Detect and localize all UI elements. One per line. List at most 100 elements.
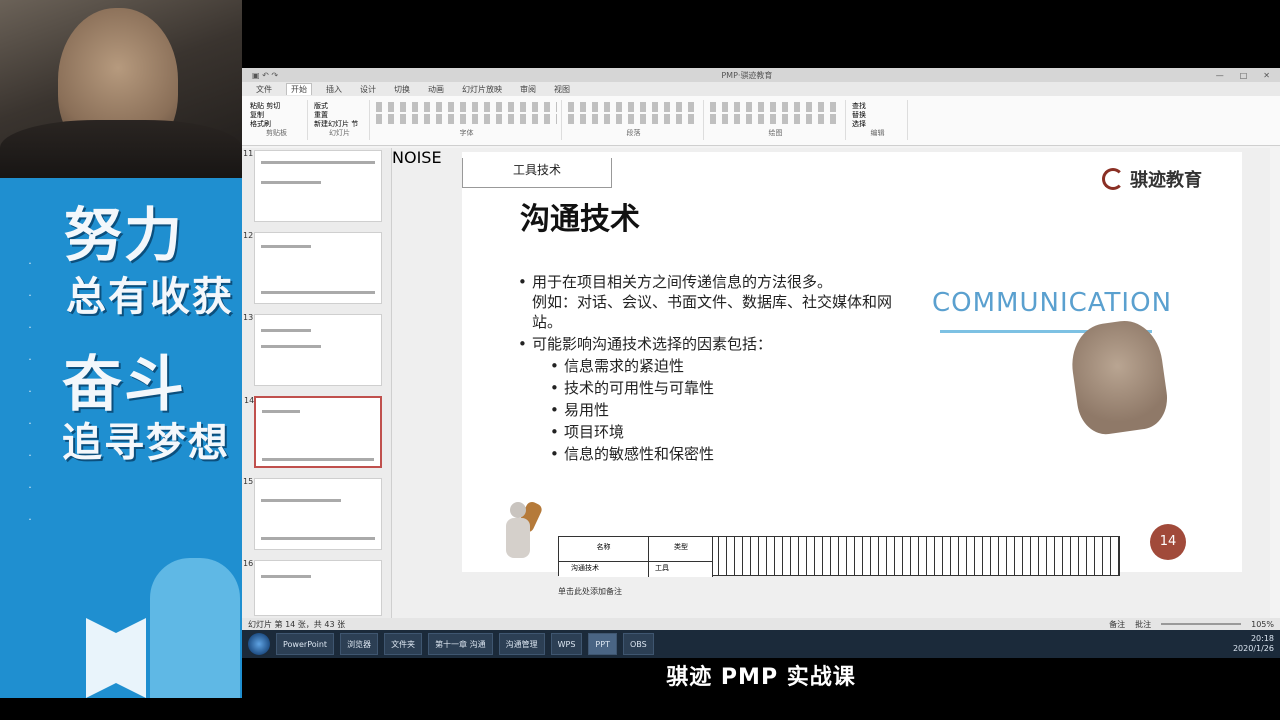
thumbnail-content [262, 410, 300, 413]
drawing-label: 绘图 [768, 129, 783, 137]
thumbnail-content [261, 181, 321, 184]
slide-thumbnail-13[interactable]: 13 [243, 313, 382, 386]
gantt-divider [559, 561, 713, 562]
clipboard-group: 粘贴 剪切 复制 格式刷 剪贴板 [246, 100, 308, 140]
slides-group: 版式 重置 新建幻灯片 节 幻灯片 [310, 100, 370, 140]
taskbar-item-comm[interactable]: 沟通管理 [498, 633, 545, 655]
figure-body [506, 518, 530, 558]
webcam-feed [0, 0, 242, 178]
reset-button[interactable]: 重置 [314, 111, 328, 119]
slide-thumbnail-14[interactable]: 14 [244, 396, 382, 468]
arrange-controls[interactable] [710, 114, 841, 124]
title-bar: ▣ ↶ ↷ PMP·骐迹教育 — □ ✕ [242, 68, 1280, 82]
font-controls[interactable] [376, 102, 557, 112]
slide-title: 沟通技术 [520, 202, 640, 237]
paragraph-group: 段落 [564, 100, 704, 140]
ribbon: 粘贴 剪切 复制 格式刷 剪贴板 版式 重置 新建幻灯片 节 幻灯片 字体 段落… [242, 96, 1280, 146]
taskbar-item-browser[interactable]: 浏览器 [340, 633, 379, 655]
video-caption: 骐迹 PMP 实战课 [666, 665, 856, 690]
quick-access-toolbar[interactable]: ▣ ↶ ↷ [252, 71, 278, 80]
wrench-figure-illustration [492, 500, 544, 572]
taskbar-item-ppt[interactable]: PPT [588, 633, 617, 655]
page-number-badge: 14 [1150, 524, 1186, 560]
alignment-controls[interactable] [568, 114, 699, 124]
tab-file[interactable]: 文件 [252, 84, 276, 95]
paragraph-controls[interactable] [568, 102, 699, 112]
new-slide-button[interactable]: 新建幻灯片 [314, 120, 349, 128]
bullet-2: 可能影响沟通技术选择的因素包括： [518, 334, 898, 354]
copy-button[interactable]: 复制 [250, 111, 264, 119]
tab-view[interactable]: 视图 [550, 84, 574, 95]
taskbar-item-obs[interactable]: OBS [622, 633, 654, 655]
find-button[interactable]: 查找 [852, 102, 866, 110]
tab-insert[interactable]: 插入 [322, 84, 346, 95]
format-painter-button[interactable]: 格式刷 [250, 120, 271, 128]
tab-transitions[interactable]: 切换 [390, 84, 414, 95]
drawing-group: 绘图 [706, 100, 846, 140]
slide-thumbnails-pane: 11 12 13 14 15 16 [242, 148, 392, 618]
paste-button[interactable]: 粘贴 [250, 102, 264, 110]
slide-thumbnail-15[interactable]: 15 [243, 477, 382, 550]
notes-placeholder[interactable]: 单击此处添加备注 [558, 586, 622, 597]
sub-bullet-1: 信息需求的紧迫性 [518, 356, 898, 376]
font-label: 字体 [459, 129, 474, 137]
thumbnail-content [261, 575, 311, 578]
tab-animations[interactable]: 动画 [424, 84, 448, 95]
replace-button[interactable]: 替换 [852, 111, 866, 119]
thumbnail-number: 11 [243, 149, 254, 158]
banner-side-text: · · · · · · · · · [28, 257, 32, 526]
tab-design[interactable]: 设计 [356, 84, 380, 95]
brand-mark-icon [1102, 168, 1124, 190]
close-icon[interactable]: ✕ [1263, 71, 1270, 80]
thumbnail-content [261, 537, 375, 540]
slide-thumbnail-11[interactable]: 11 [243, 149, 382, 222]
section-button[interactable]: 节 [351, 120, 358, 128]
thumbnail-content [262, 458, 374, 461]
book-icon [86, 618, 146, 698]
zoom-level[interactable]: 105% [1251, 620, 1274, 629]
tab-review[interactable]: 审阅 [516, 84, 540, 95]
slide-thumbnail-16[interactable]: 16 [243, 559, 382, 616]
editing-label: 编辑 [870, 129, 885, 137]
slide-counter: 幻灯片 第 14 张，共 43 张 [248, 619, 346, 629]
notes-button[interactable]: 备注 [1109, 619, 1125, 630]
tab-slideshow[interactable]: 幻灯片放映 [458, 84, 506, 95]
thumbnail-content [261, 161, 375, 164]
taskbar-item-chapter[interactable]: 第十一章 沟通 [428, 633, 493, 655]
layout-button[interactable]: 版式 [314, 102, 328, 110]
sub-bullet-5: 信息的敏感性和保密性 [518, 444, 898, 464]
sub-bullet-4: 项目环境 [518, 422, 898, 442]
zoom-slider[interactable] [1161, 623, 1242, 625]
taskbar-item-folder[interactable]: 文件夹 [384, 633, 423, 655]
current-slide[interactable]: 工具技术 骐迹教育 沟通技术 用于在项目相关方之间传递信息的方法很多。 例如：对… [462, 152, 1242, 577]
hand-illustration [1066, 316, 1172, 438]
gantt-table: 名称 类型 沟通技术 工具 [558, 536, 1120, 577]
motivational-banner: · · · · · · · · · 努力 总有收获 奋斗 追寻梦想 [0, 178, 242, 698]
comments-button[interactable]: 批注 [1135, 619, 1151, 630]
maximize-icon[interactable]: □ [1240, 71, 1248, 80]
slide-body: 用于在项目相关方之间传递信息的方法很多。 例如：对话、会议、书面文件、数据库、社… [518, 272, 898, 464]
cut-button[interactable]: 剪切 [266, 102, 280, 110]
slide-thumbnail-12[interactable]: 12 [243, 231, 382, 304]
clock-date: 2020/1/26 [1232, 644, 1274, 653]
gantt-task: 沟通技术 [571, 564, 599, 572]
taskbar-item-powerpoint[interactable]: PowerPoint [276, 633, 335, 655]
font-style-controls[interactable] [376, 114, 557, 124]
thumbnail-content [261, 499, 341, 502]
banner-line-1: 努力 [64, 201, 185, 269]
screen: · · · · · · · · · 努力 总有收获 奋斗 追寻梦想 ▣ ↶ ↷ PMP·骐迹教育… [0, 0, 1280, 720]
thumbnail-number: 16 [243, 559, 254, 568]
minimize-icon[interactable]: — [1216, 71, 1224, 80]
taskbar-item-wps[interactable]: WPS [550, 633, 583, 655]
shapes-gallery[interactable] [710, 102, 841, 112]
tab-home[interactable]: 开始 [286, 83, 312, 95]
sub-bullet-3: 易用性 [518, 400, 898, 420]
start-button[interactable] [248, 633, 270, 655]
clock-time: 20:18 [1250, 634, 1274, 643]
system-tray-clock[interactable]: 20:18 2020/1/26 [1233, 634, 1274, 654]
thumbnail-content [261, 345, 321, 348]
font-group: 字体 [372, 100, 562, 140]
communication-word: COMMUNICATION [932, 288, 1173, 318]
thumbnail-number: 15 [243, 477, 254, 486]
select-button[interactable]: 选择 [852, 120, 866, 128]
